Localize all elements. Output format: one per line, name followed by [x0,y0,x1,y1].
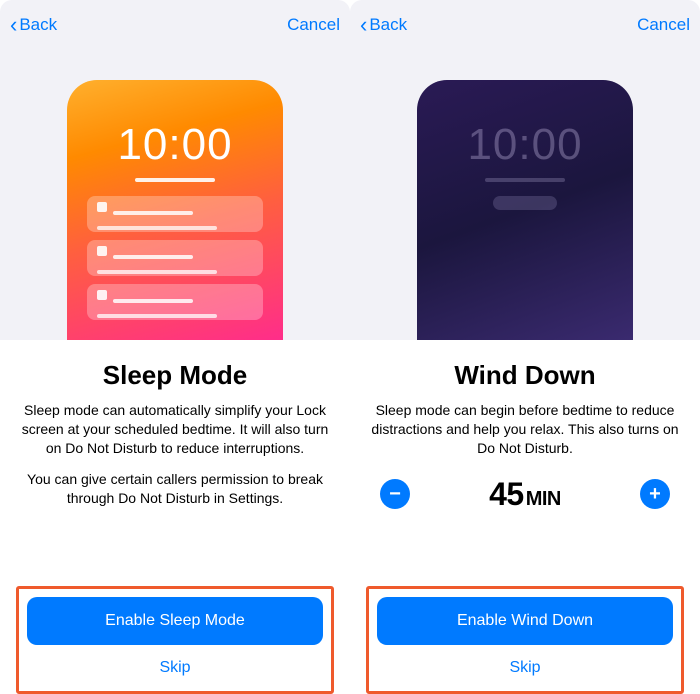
cancel-button[interactable]: Cancel [637,15,690,35]
nav-bar: ‹ Back Cancel [0,0,350,50]
action-group: Enable Sleep Mode Skip [16,586,334,694]
hero-area: 10:00 [0,50,350,340]
chevron-left-icon: ‹ [360,14,367,36]
skip-button[interactable]: Skip [377,645,673,681]
action-group: Enable Wind Down Skip [366,586,684,694]
phone-time: 10:00 [417,120,633,170]
phone-underline [135,178,215,182]
page-title: Sleep Mode [16,360,334,391]
description-text: Sleep mode can begin before bedtime to r… [366,401,684,458]
decrease-button[interactable]: − [380,479,410,509]
plus-icon: + [649,483,661,506]
content-area: Sleep Mode Sleep mode can automatically … [0,340,350,694]
description-text-secondary: You can give certain callers permission … [16,470,334,508]
page-title: Wind Down [366,360,684,391]
description-text: Sleep mode can automatically simplify yo… [16,401,334,458]
duration-stepper: − 45MIN + [366,470,684,513]
duration-value: 45MIN [489,476,561,513]
wind-down-screen: ‹ Back Cancel 10:00 Wind Down Sleep mode… [350,0,700,694]
cancel-button[interactable]: Cancel [287,15,340,35]
content-area: Wind Down Sleep mode can begin before be… [350,340,700,694]
chevron-left-icon: ‹ [10,14,17,36]
enable-sleep-mode-button[interactable]: Enable Sleep Mode [27,597,323,645]
back-button[interactable]: ‹ Back [10,14,57,36]
duration-unit: MIN [526,488,561,510]
hero-area: 10:00 [350,50,700,340]
duration-number: 45 [489,476,524,512]
enable-wind-down-button[interactable]: Enable Wind Down [377,597,673,645]
nav-bar: ‹ Back Cancel [350,0,700,50]
notification-card [87,284,263,320]
back-button[interactable]: ‹ Back [360,14,407,36]
phone-preview: 10:00 [67,80,283,340]
notification-card [87,196,263,232]
phone-preview: 10:00 [417,80,633,340]
back-label: Back [19,15,57,35]
sleep-mode-screen: ‹ Back Cancel 10:00 Sleep Mode Sleep mod… [0,0,350,694]
notification-card [87,240,263,276]
phone-pill [493,196,557,210]
increase-button[interactable]: + [640,479,670,509]
phone-time: 10:00 [67,120,283,170]
back-label: Back [369,15,407,35]
minus-icon: − [389,483,401,506]
phone-underline [485,178,565,182]
skip-button[interactable]: Skip [27,645,323,681]
